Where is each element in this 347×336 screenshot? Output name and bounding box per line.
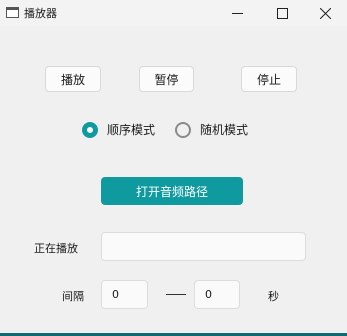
window-title: 播放器 bbox=[24, 7, 57, 20]
sequential-mode-label: 顺序模式 bbox=[107, 123, 156, 137]
stop-button[interactable]: 停止 bbox=[241, 66, 297, 92]
random-mode-label: 随机模式 bbox=[200, 123, 249, 137]
close-button[interactable] bbox=[303, 0, 347, 26]
interval-label: 间隔 bbox=[62, 290, 84, 303]
maximize-icon bbox=[276, 7, 288, 19]
now-playing-label: 正在播放 bbox=[34, 242, 78, 255]
minimize-icon bbox=[231, 12, 243, 14]
interval-from-input[interactable] bbox=[101, 280, 148, 309]
app-icon bbox=[6, 7, 19, 18]
close-icon bbox=[319, 7, 331, 19]
maximize-button[interactable] bbox=[260, 0, 304, 26]
radio-unchecked-icon bbox=[175, 121, 191, 138]
player-window: 播放器 播放 暂停 停止 顺序模式 随机模式 打开音频路径 正在播放 间隔 0 … bbox=[0, 0, 347, 336]
random-mode-radio[interactable]: 随机模式 bbox=[175, 121, 248, 138]
open-audio-path-button[interactable]: 打开音频路径 bbox=[101, 177, 243, 205]
title-bar: 播放器 bbox=[0, 0, 347, 26]
minimize-button[interactable] bbox=[215, 0, 259, 26]
interval-to-input[interactable] bbox=[194, 280, 240, 309]
interval-unit-label: 秒 bbox=[268, 290, 279, 303]
radio-checked-icon bbox=[82, 121, 98, 138]
now-playing-field[interactable] bbox=[101, 232, 306, 261]
pause-button[interactable]: 暂停 bbox=[139, 66, 194, 92]
play-button[interactable]: 播放 bbox=[45, 66, 101, 92]
sequential-mode-radio[interactable]: 顺序模式 bbox=[82, 121, 155, 138]
range-dash bbox=[166, 294, 186, 295]
